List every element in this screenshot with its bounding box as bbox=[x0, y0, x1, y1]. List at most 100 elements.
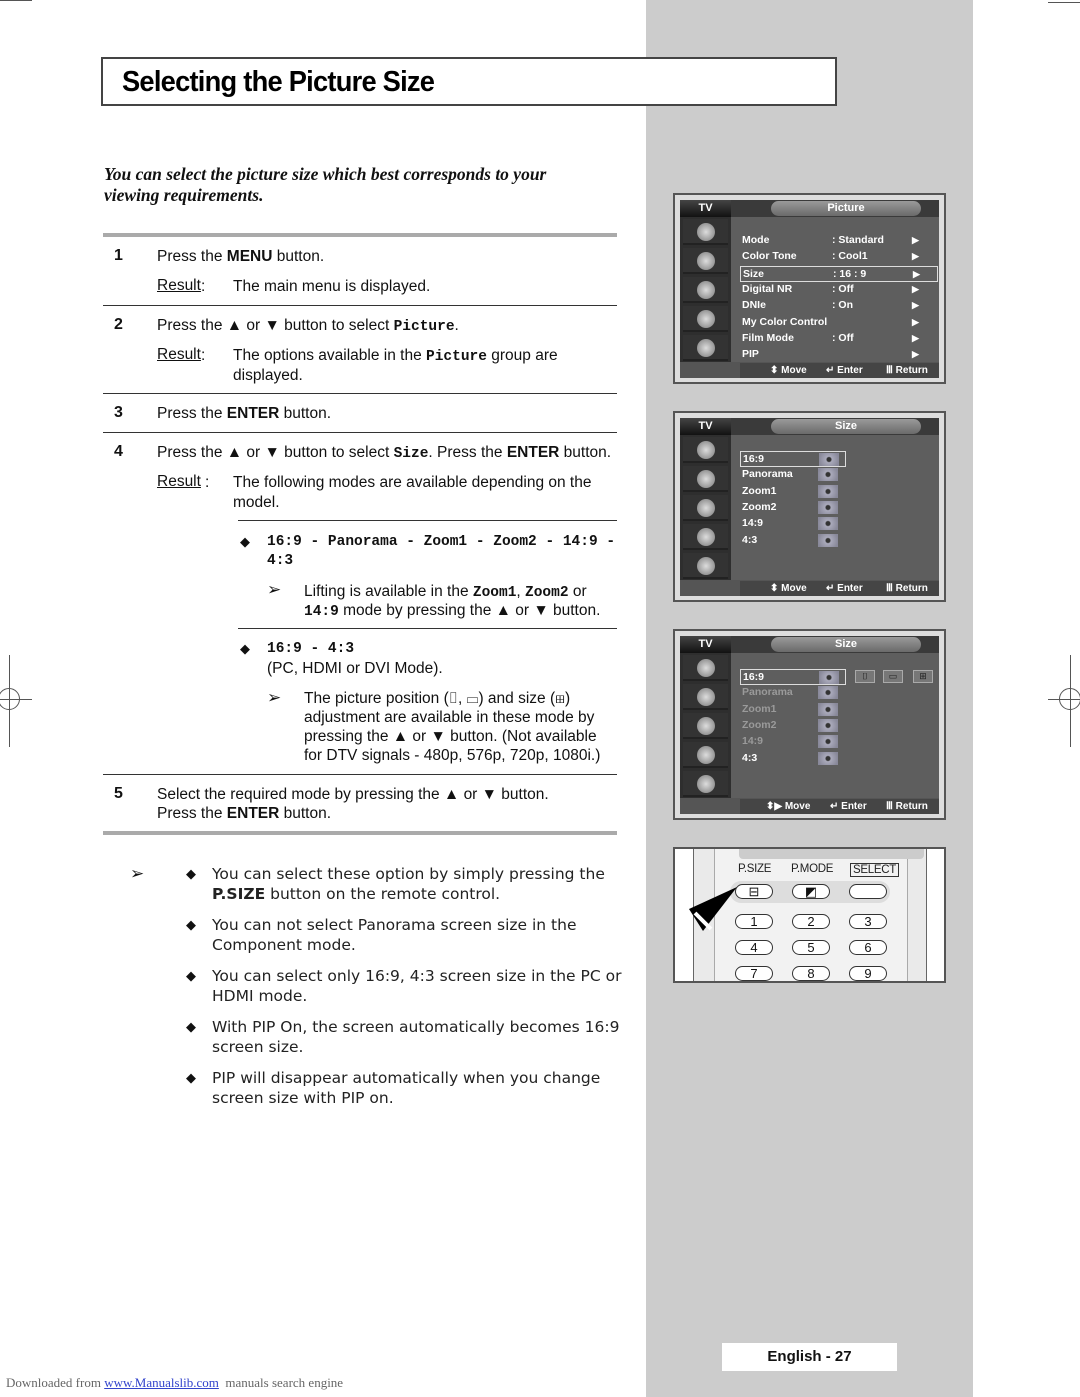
number-key-5[interactable]: 5 bbox=[792, 940, 830, 955]
size-option[interactable]: Zoom2 bbox=[740, 500, 846, 516]
note-item: You can select only 16:9, 4:3 screen siz… bbox=[212, 967, 622, 1005]
download-footer: Downloaded from www.Manualslib.com manua… bbox=[6, 1375, 344, 1390]
size-option-label: Zoom1 bbox=[742, 484, 777, 497]
number-key-3[interactable]: 3 bbox=[849, 914, 887, 929]
diamond-bullet-icon: ◆ bbox=[186, 866, 196, 881]
osd-menu-item[interactable]: Size: 16 : 9 ▶ bbox=[740, 265, 938, 282]
size-option[interactable]: Zoom1 bbox=[740, 484, 846, 500]
size-option-label: Zoom2 bbox=[742, 718, 777, 731]
size-option[interactable]: Panorama bbox=[740, 685, 846, 701]
setup-icon bbox=[683, 771, 728, 797]
osd-menu-item[interactable]: Color Tone: Cool1 ▶ bbox=[740, 249, 938, 265]
osd-menu-item[interactable]: Film Mode: Off ▶ bbox=[740, 331, 938, 347]
submenu-arrow-icon: ▶ bbox=[912, 349, 919, 360]
section-divider bbox=[103, 831, 617, 835]
size-option[interactable]: 14:9 bbox=[740, 734, 846, 750]
position-horizontal-icon: ▭ bbox=[883, 670, 903, 683]
size-option-label: Zoom2 bbox=[742, 500, 777, 513]
select-button[interactable] bbox=[849, 884, 887, 899]
osd-menu-item[interactable]: PIP ▶ bbox=[740, 347, 938, 363]
size-adjust-icon: ⊞ bbox=[913, 670, 933, 683]
diamond-bullet-icon: ◆ bbox=[186, 1070, 196, 1085]
sound-icon bbox=[683, 713, 728, 739]
size-option[interactable]: 4:3 bbox=[740, 751, 846, 767]
move-hint: ⬍ Move bbox=[770, 365, 807, 376]
input-icon bbox=[683, 437, 728, 463]
osd-picture-menu: TV Picture Mode: Standard ▶ Color Tone: Co… bbox=[673, 193, 946, 384]
modes-list-line2: 4:3 bbox=[267, 553, 294, 569]
osd-item-label: DNIe bbox=[742, 299, 766, 312]
step-2-result: The options available in the Picture gro… bbox=[233, 347, 558, 365]
size-option-label: 16:9 bbox=[743, 671, 765, 683]
enter-hint: ↵ Enter bbox=[826, 583, 863, 594]
osd-item-label: PIP bbox=[742, 348, 759, 361]
size-option[interactable]: Zoom2 bbox=[740, 718, 846, 734]
divider bbox=[103, 305, 617, 306]
number-key-2[interactable]: 2 bbox=[792, 914, 830, 929]
size-option[interactable]: 16:9 bbox=[740, 451, 846, 467]
size-option-label: Zoom1 bbox=[742, 702, 777, 715]
channel-icon bbox=[683, 524, 728, 550]
size-preview-thumbnail bbox=[819, 453, 839, 466]
size-option-label: 14:9 bbox=[742, 517, 764, 530]
picture-icon bbox=[683, 248, 728, 274]
move-hint: ⬍ Move bbox=[770, 583, 807, 594]
step-number: 3 bbox=[114, 404, 123, 421]
size-preview-thumbnail bbox=[818, 468, 838, 482]
picture-icon bbox=[683, 684, 728, 710]
step-5-text: Select the required mode by pressing the… bbox=[157, 786, 549, 803]
return-hint: Ⅲ Return bbox=[886, 365, 928, 376]
size-option-label: Panorama bbox=[742, 686, 793, 699]
osd-item-label: Size bbox=[743, 267, 765, 280]
page-number: English - 27 bbox=[722, 1343, 897, 1371]
osd-item-label: My Color Control bbox=[742, 315, 828, 328]
remote-control-illustration: P.SIZE P.MODE SELECT ⊟ ◩ 123456789 bbox=[673, 847, 946, 983]
osd-menu-item[interactable]: My Color Control ▶ bbox=[740, 315, 938, 331]
diamond-bullet-icon: ◆ bbox=[186, 917, 196, 932]
position-tip-line: for DTV signals - 480p, 576p, 720p, 1080… bbox=[304, 747, 601, 764]
step-number: 5 bbox=[114, 785, 123, 802]
manualslib-link[interactable]: www.Manualslib.com bbox=[104, 1375, 219, 1390]
step-1-result: The main menu is displayed. bbox=[233, 278, 431, 295]
size-option[interactable]: 4:3 bbox=[740, 533, 846, 549]
result-separator: : bbox=[201, 278, 206, 295]
osd-menu-item[interactable]: Digital NR: Off ▶ bbox=[740, 282, 938, 298]
osd-title: Picture bbox=[771, 201, 921, 216]
diamond-bullet-icon: ◆ bbox=[240, 534, 250, 549]
number-key-9[interactable]: 9 bbox=[849, 966, 887, 981]
number-key-6[interactable]: 6 bbox=[849, 940, 887, 955]
osd-item-label: Mode bbox=[742, 234, 770, 246]
submenu-arrow-icon: ▶ bbox=[912, 332, 919, 343]
pmode-label: P.MODE bbox=[791, 863, 834, 875]
submenu-arrow-icon: ▶ bbox=[912, 251, 919, 262]
registration-circle bbox=[0, 688, 20, 710]
pmode-button[interactable]: ◩ bbox=[792, 884, 830, 899]
intro-text: You can select the picture size which be… bbox=[104, 164, 547, 205]
osd-category-icons bbox=[680, 217, 731, 362]
input-icon bbox=[683, 219, 728, 245]
osd-menu-item[interactable]: DNIe: On ▶ bbox=[740, 298, 938, 314]
step-1-text: Press the MENU button. bbox=[157, 248, 325, 265]
size-option[interactable]: 14:9 bbox=[740, 516, 846, 532]
tip-arrow-icon: ➢ bbox=[267, 688, 282, 707]
move-hint: ⬍▶ Move bbox=[766, 801, 811, 812]
osd-menu-item[interactable]: Mode: Standard ▶ bbox=[740, 233, 938, 249]
osd-item-label: Digital NR bbox=[742, 282, 793, 295]
osd-title: Size bbox=[771, 637, 921, 652]
divider bbox=[238, 628, 617, 629]
size-option[interactable]: Zoom1 bbox=[740, 702, 846, 718]
menu-button-label: MENU bbox=[226, 248, 273, 265]
osd-tv-label: TV bbox=[680, 418, 731, 435]
size-option[interactable]: 16:9 bbox=[740, 669, 846, 685]
number-key-7[interactable]: 7 bbox=[735, 966, 773, 981]
number-key-8[interactable]: 8 bbox=[792, 966, 830, 981]
size-option[interactable]: Panorama bbox=[740, 467, 846, 483]
step-4-result: The following modes are available depend… bbox=[233, 474, 592, 491]
pc-modes-list: 16:9 - 4:3 bbox=[267, 641, 355, 657]
number-key-4[interactable]: 4 bbox=[735, 940, 773, 955]
submenu-arrow-icon: ▶ bbox=[912, 235, 919, 245]
osd-size-menu: TV Size 16:9 Panorama Zoom1 Zoom2 14:9 4:3 ⬍ … bbox=[673, 411, 946, 602]
psize-label: P.SIZE bbox=[738, 863, 772, 875]
size-preview-thumbnail bbox=[818, 517, 838, 531]
position-tip-line: pressing the ▲ or ▼ button. (Not availab… bbox=[304, 728, 597, 745]
